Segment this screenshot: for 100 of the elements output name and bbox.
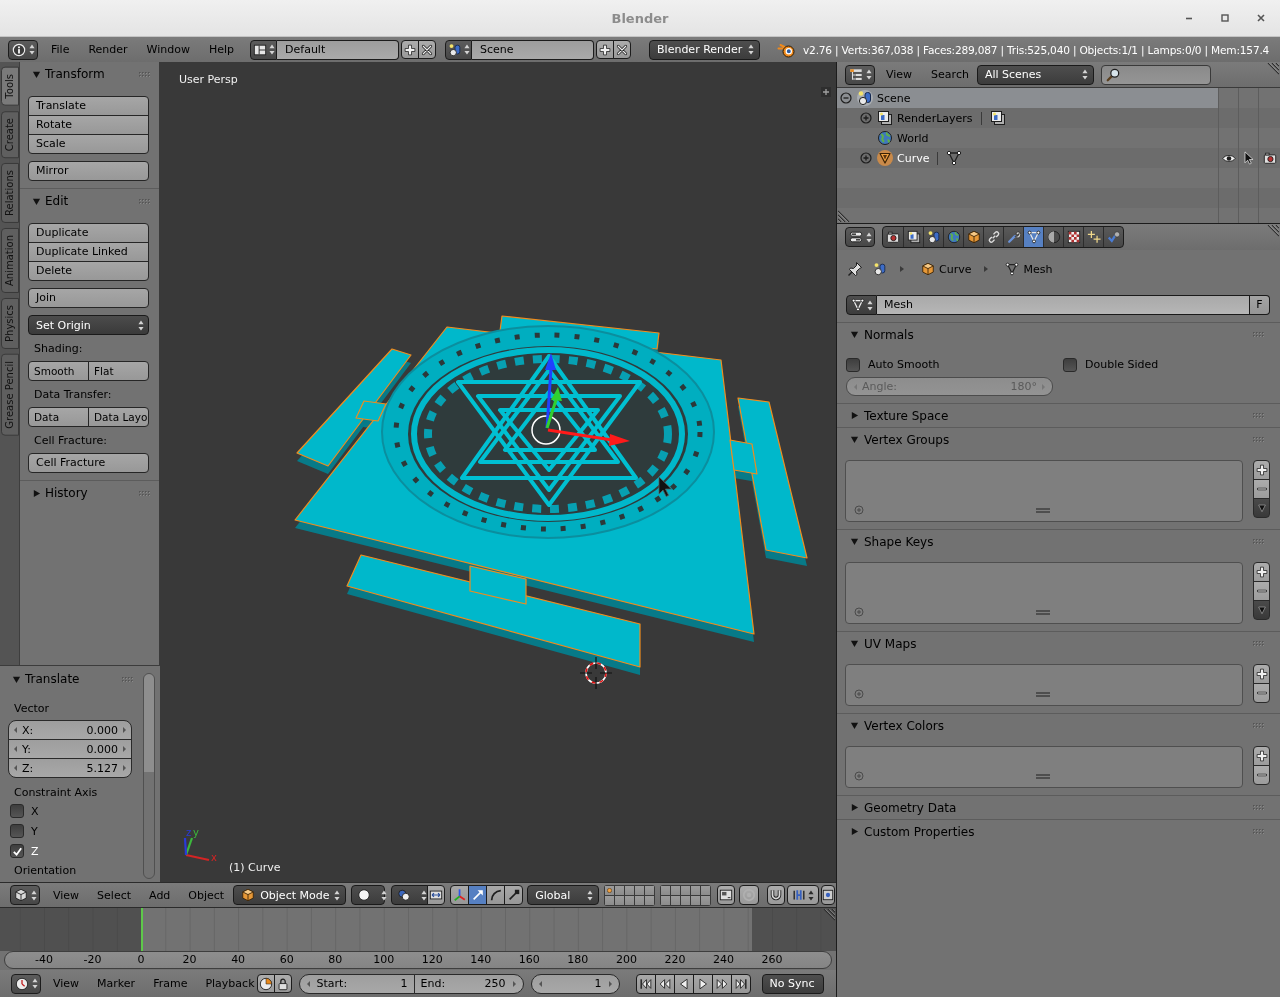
grip-icon[interactable] xyxy=(1253,413,1264,418)
specials-button[interactable] xyxy=(1253,498,1270,518)
layer-button[interactable] xyxy=(681,885,691,895)
panel-header[interactable]: Translate xyxy=(0,667,143,691)
manipulator-button[interactable] xyxy=(486,885,506,905)
panel-header[interactable]: UV Maps xyxy=(837,632,1280,655)
tree-item[interactable]: World xyxy=(837,128,1218,148)
layer-button[interactable] xyxy=(671,895,681,905)
transform-gizmo[interactable] xyxy=(531,353,630,446)
resize-grip-icon[interactable] xyxy=(1036,774,1050,779)
layer-button[interactable] xyxy=(635,895,645,905)
add-button[interactable] xyxy=(401,40,420,59)
layer-button[interactable] xyxy=(671,885,681,895)
remove-button[interactable] xyxy=(1253,581,1270,601)
layer-button[interactable] xyxy=(625,885,635,895)
menu-item[interactable]: Select xyxy=(97,888,132,902)
delete-button[interactable] xyxy=(613,40,632,59)
menu-item[interactable]: View xyxy=(53,977,80,990)
corner-grip-icon[interactable] xyxy=(823,909,835,921)
grip-icon[interactable] xyxy=(122,676,133,682)
shelf-tab[interactable]: Animation xyxy=(1,227,19,293)
properties-tab[interactable] xyxy=(903,227,923,247)
current-frame-field[interactable]: 1 xyxy=(530,973,620,994)
add-button[interactable] xyxy=(596,40,615,59)
panel-header[interactable]: Normals xyxy=(837,323,1280,346)
resize-grip-icon[interactable] xyxy=(1036,508,1050,513)
editor-type-button[interactable] xyxy=(11,973,41,994)
layer-button[interactable] xyxy=(645,885,655,895)
properties-tab[interactable] xyxy=(963,227,983,247)
layer-button[interactable] xyxy=(615,895,625,905)
properties-tab[interactable] xyxy=(1103,227,1123,247)
menu-item[interactable]: Marker xyxy=(97,977,136,990)
remove-button[interactable] xyxy=(1253,479,1270,499)
minus-circle-icon[interactable] xyxy=(840,92,852,104)
number-field[interactable]: Z: 5.127 xyxy=(8,758,132,778)
remove-button[interactable] xyxy=(1253,765,1270,785)
pivot-dropdown[interactable] xyxy=(391,885,429,905)
tool-button[interactable]: Delete xyxy=(28,261,149,281)
menu-item[interactable]: Playback xyxy=(205,977,255,990)
pin-icon[interactable] xyxy=(847,261,863,277)
number-field[interactable]: Y: 0.000 xyxy=(8,739,132,759)
tree-item[interactable]: RenderLayers xyxy=(837,108,1218,128)
image-stack-icon[interactable] xyxy=(989,110,1006,126)
tool-button[interactable]: Data xyxy=(28,407,89,427)
snap-button[interactable] xyxy=(767,885,786,905)
checkbox[interactable] xyxy=(846,357,860,372)
checkbox[interactable] xyxy=(1063,357,1077,372)
tool-button[interactable]: Mirror xyxy=(28,161,149,181)
tree-item[interactable]: Scene xyxy=(837,88,1218,108)
tool-button[interactable]: Scale xyxy=(28,134,149,154)
menu-item[interactable]: Search xyxy=(931,68,969,81)
grip-icon[interactable] xyxy=(1253,829,1264,834)
next-key-button[interactable] xyxy=(711,973,732,994)
fake-user-button[interactable]: F xyxy=(1250,295,1270,315)
layer-lock-button[interactable] xyxy=(717,885,736,905)
checkbox[interactable] xyxy=(10,844,24,858)
layer-button[interactable] xyxy=(681,895,691,905)
keying-button[interactable] xyxy=(256,974,275,993)
triangle-mesh-icon[interactable] xyxy=(946,150,963,166)
editor-type-button[interactable] xyxy=(845,64,875,85)
add-button[interactable] xyxy=(1253,460,1270,480)
scene-button[interactable] xyxy=(445,39,473,60)
tool-button[interactable]: Duplicate Linked xyxy=(28,242,149,262)
orientation-dropdown[interactable]: Global xyxy=(527,885,600,905)
tool-button[interactable]: Smooth xyxy=(28,361,89,381)
panel-header[interactable]: Vertex Colors xyxy=(837,714,1280,737)
shading-dropdown[interactable] xyxy=(351,885,386,905)
menu-item[interactable]: Window xyxy=(146,43,190,56)
shelf-tab[interactable]: Relations xyxy=(1,162,19,223)
grip-icon[interactable] xyxy=(1253,805,1264,810)
tool-button[interactable]: Join xyxy=(28,288,149,308)
end-frame-field[interactable]: End: 250 xyxy=(413,973,524,994)
datablock-name-field[interactable]: Mesh xyxy=(877,295,1250,315)
menu-item[interactable]: View xyxy=(53,888,80,902)
menu-item[interactable]: Help xyxy=(208,43,235,56)
layout-button[interactable] xyxy=(250,39,278,60)
shelf-tab[interactable]: Tools xyxy=(1,67,19,106)
shelf-tab[interactable]: Grease Pencil xyxy=(1,353,19,436)
menu-item[interactable]: File xyxy=(51,43,70,56)
properties-tab[interactable] xyxy=(943,227,963,247)
previous-key-button[interactable] xyxy=(654,973,675,994)
snap-element-dropdown[interactable] xyxy=(787,885,820,905)
corner-grip-icon[interactable] xyxy=(1267,63,1279,75)
add-button[interactable] xyxy=(1253,746,1270,766)
manipulator-toggle[interactable] xyxy=(427,885,446,905)
layer-button[interactable] xyxy=(661,895,671,905)
tool-button[interactable]: Duplicate xyxy=(28,223,149,243)
snap-target-button[interactable] xyxy=(821,885,836,905)
checkbox[interactable] xyxy=(10,824,24,838)
panel-header[interactable]: Custom Properties xyxy=(837,820,1280,843)
close-icon[interactable] xyxy=(1256,13,1266,23)
layout-field[interactable]: Default xyxy=(277,39,400,60)
shelf-tab[interactable]: Create xyxy=(1,110,19,158)
grip-icon[interactable] xyxy=(139,490,150,496)
tool-button[interactable]: Flat xyxy=(88,361,149,381)
layer-button[interactable] xyxy=(615,885,625,895)
layer-button[interactable] xyxy=(645,895,655,905)
editor-type-button[interactable] xyxy=(10,885,40,905)
grip-icon[interactable] xyxy=(1253,437,1264,442)
jump-start-button[interactable] xyxy=(635,973,656,994)
